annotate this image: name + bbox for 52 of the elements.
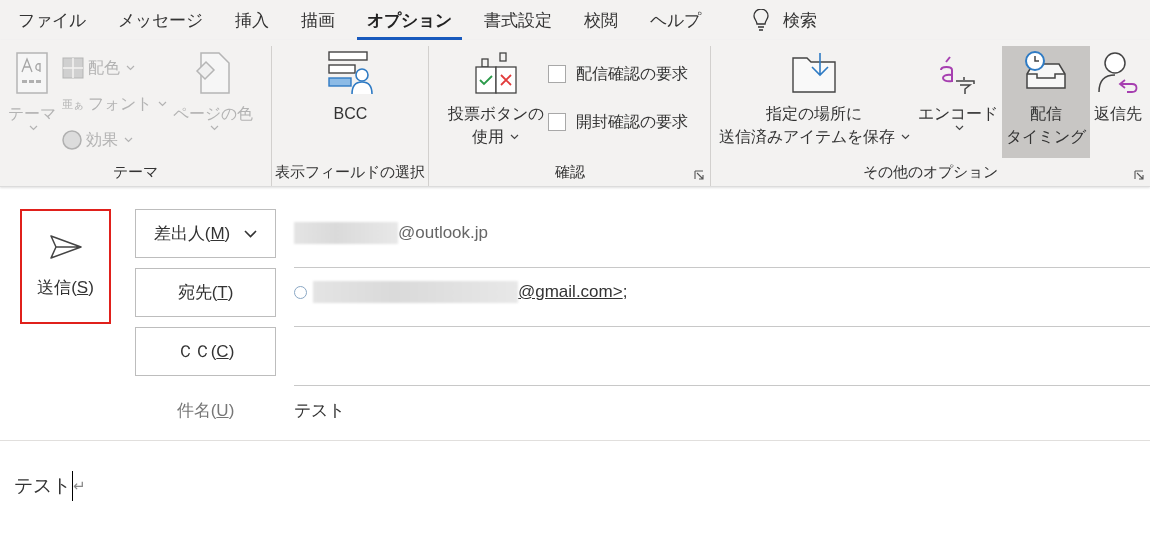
send-button[interactable]: 送信(S) — [20, 209, 111, 324]
effects-circle-icon — [62, 130, 82, 150]
caret-icon — [158, 101, 167, 107]
subject-field[interactable]: テスト — [294, 386, 1150, 435]
caret-icon — [28, 125, 38, 131]
caret-icon — [244, 229, 258, 238]
field-button[interactable]: 宛先(T) — [135, 268, 276, 317]
subject-label: 件名(U) — [175, 400, 236, 422]
address-field[interactable]: @outlook.jp — [294, 209, 1150, 268]
theme-icon — [16, 52, 48, 94]
ribbon-tab[interactable]: メッセージ — [108, 0, 213, 40]
bcc-field-icon — [327, 50, 374, 96]
ribbon-tab[interactable]: 書式設定 — [474, 0, 562, 40]
body-text: テスト — [14, 474, 71, 498]
ribbon-button[interactable]: エンコード — [914, 46, 1002, 158]
caret-icon — [209, 125, 219, 131]
checkbox[interactable] — [547, 65, 566, 83]
caret-icon — [124, 137, 133, 143]
send-arrow-icon — [48, 234, 83, 260]
ribbon-button[interactable]: 配信 タイミング — [1002, 46, 1090, 158]
ribbon-button[interactable]: BCC — [323, 46, 378, 158]
folder-download-icon — [791, 52, 838, 94]
group-label: テーマ — [113, 162, 159, 182]
color-grid-icon — [62, 57, 84, 79]
group-label: その他のオプション — [862, 162, 998, 182]
ribbon-tab[interactable]: 校閲 — [574, 0, 628, 40]
ribbon-button[interactable]: 指定の場所に 送信済みアイテムを保存 — [714, 46, 914, 158]
paragraph-mark: ↵ — [73, 477, 86, 495]
group-label: 確認 — [554, 162, 585, 182]
caret-icon — [954, 125, 964, 131]
ribbon-tab[interactable]: 挿入 — [225, 0, 279, 40]
ribbon-tab[interactable]: ファイル — [8, 0, 96, 40]
search-label[interactable]: 検索 — [783, 8, 817, 32]
ribbon-tab[interactable]: ヘルプ — [640, 0, 711, 40]
ribbon-button[interactable]: 投票ボタンの 使用 — [443, 46, 548, 158]
caret-icon — [901, 133, 910, 140]
vote-icon — [473, 51, 518, 95]
checkbox[interactable] — [547, 113, 566, 131]
group-label: 表示フィールドの選択 — [275, 162, 426, 182]
ribbon-tab[interactable]: 描画 — [291, 0, 345, 40]
caret-icon — [510, 133, 520, 140]
lightbulb-icon — [753, 9, 769, 31]
ribbon-button[interactable]: 返信先 — [1090, 46, 1146, 158]
dialog-launcher-icon[interactable] — [1134, 170, 1144, 180]
field-button[interactable]: 差出人(M) — [135, 209, 276, 258]
checkbox-label: 開封確認の要求 — [575, 111, 688, 132]
page-paint-icon — [195, 52, 231, 94]
field-button[interactable]: ＣＣ(C) — [135, 327, 276, 376]
dialog-launcher-icon[interactable] — [693, 170, 704, 180]
caret-icon — [126, 65, 135, 71]
checkbox-label: 配信確認の要求 — [575, 63, 688, 84]
address-field[interactable]: @gmail.com>; — [294, 268, 1150, 327]
